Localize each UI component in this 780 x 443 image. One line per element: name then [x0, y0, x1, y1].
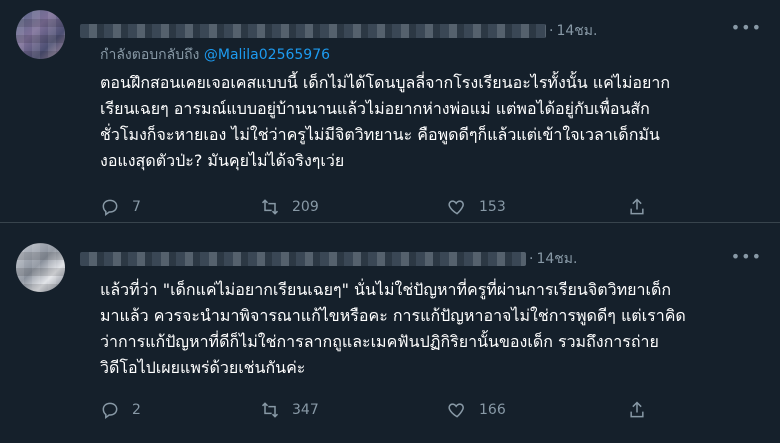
avatar[interactable]: [16, 243, 65, 292]
more-horizontal-icon[interactable]: •••: [731, 247, 762, 266]
author-name-blurred[interactable]: [80, 252, 526, 266]
reply-button[interactable]: 2: [100, 400, 141, 420]
reply-button[interactable]: 7: [100, 197, 141, 217]
tweet-text-line: ตอนฝึกสอนเคยเจอเคสแบบนี้ เด็กไม่ได้โดนบู…: [100, 73, 671, 92]
like-count: 166: [479, 402, 506, 418]
author-name-blurred[interactable]: [80, 24, 546, 38]
reply-count: 2: [132, 402, 141, 418]
tweet-text-line: วิดีโอไปเผยแพร่ด้วยเช่นกันค่ะ: [100, 358, 306, 377]
heart-icon: [448, 403, 464, 418]
share-icon: [630, 198, 644, 215]
tweet-text-line: ชั่วโมงก็จะหายเอง ไม่ใช่ว่าครูไม่มีจิตวิ…: [100, 125, 660, 144]
avatar[interactable]: [16, 10, 65, 59]
tweet-reply-1[interactable]: · 14ชม. ••• กำลังตอบกลับถึง @Malila02565…: [0, 0, 780, 223]
tweet-text-line: มาแล้ว ควรจะนำมาพิจารณาแก้ไขหรือคะ การแก…: [100, 306, 686, 325]
reply-icon: [102, 402, 118, 419]
share-icon: [630, 401, 644, 418]
tweet-text-line: ว่าการแก้ปัญหาที่ดีก็ไม่ใช่การลากถูและเม…: [100, 332, 659, 351]
tweet-text-line: แล้วที่ว่า "เด็กแค่ไม่อยากเรียนเฉยๆ" นั่…: [100, 280, 672, 299]
tweet-text: ตอนฝึกสอนเคยเจอเคสแบบนี้ เด็กไม่ได้โดนบู…: [100, 70, 760, 174]
tweet-text-line: เรียนเฉยๆ อารมณ์แบบอยู่บ้านนานแล้วไม่อยา…: [100, 99, 650, 118]
heart-icon: [448, 200, 464, 215]
share-button[interactable]: [627, 197, 659, 217]
reply-count: 7: [132, 199, 141, 215]
share-button[interactable]: [627, 400, 659, 420]
like-count: 153: [479, 199, 506, 215]
reply-icon: [102, 199, 118, 216]
retweet-icon: [261, 402, 279, 418]
timestamp[interactable]: 14ชม.: [536, 248, 577, 270]
retweet-icon: [261, 199, 279, 215]
retweet-button[interactable]: 209: [260, 197, 319, 217]
retweet-button[interactable]: 347: [260, 400, 319, 420]
tweet-reply-2[interactable]: · 14ชม. ••• แล้วที่ว่า "เด็กแค่ไม่อยากเร…: [0, 223, 780, 443]
tweet-header: · 14ชม.: [80, 20, 597, 42]
tweet-text: แล้วที่ว่า "เด็กแค่ไม่อยากเรียนเฉยๆ" นั่…: [100, 277, 760, 381]
retweet-count: 209: [292, 199, 319, 215]
replying-to: กำลังตอบกลับถึง @Malila02565976: [100, 44, 330, 66]
like-button[interactable]: 153: [447, 197, 506, 217]
more-horizontal-icon[interactable]: •••: [731, 18, 762, 37]
replying-to-handle[interactable]: @Malila02565976: [204, 47, 330, 63]
tweet-header: · 14ชม.: [80, 248, 577, 270]
like-button[interactable]: 166: [447, 400, 506, 420]
replying-to-prefix: กำลังตอบกลับถึง: [100, 47, 200, 63]
timestamp[interactable]: 14ชม.: [556, 20, 597, 42]
tweet-text-line: งอแงสุดตัวป่ะ? มันคุยไม่ได้จริงๆเว่ย: [100, 151, 345, 170]
retweet-count: 347: [292, 402, 319, 418]
